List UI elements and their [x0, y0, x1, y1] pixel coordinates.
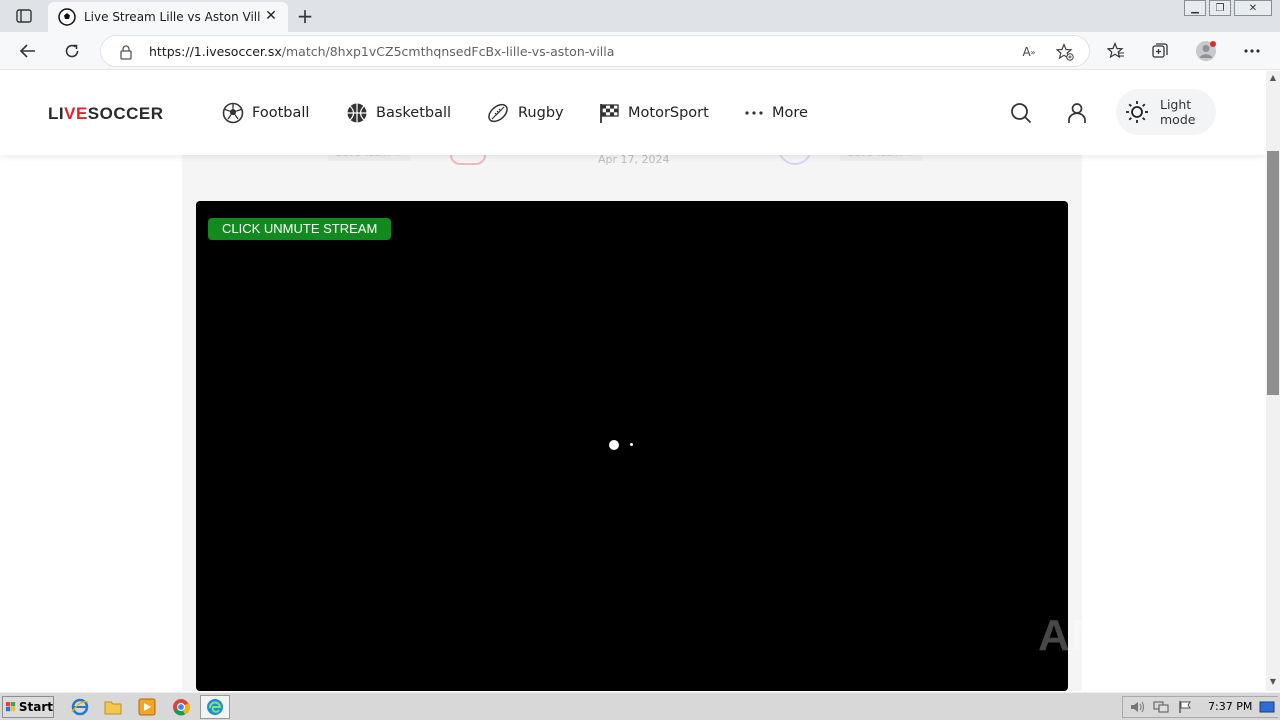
- user-account-icon[interactable]: [1065, 101, 1089, 125]
- soccer-ball-icon: [58, 8, 76, 26]
- chrome-icon[interactable]: [171, 697, 191, 717]
- nav-football[interactable]: Football: [222, 101, 309, 125]
- profile-avatar-icon[interactable]: [1194, 40, 1218, 62]
- web-page: LIVESOCCER Football Basketball Rugby Mot…: [0, 71, 1266, 691]
- settings-more-icon[interactable]: [1240, 40, 1264, 62]
- address-bar[interactable]: https://1.ivesoccer.sx/match/8hxp1vCZ5cm…: [100, 35, 1090, 67]
- browser-toolbar: https://1.ivesoccer.sx/match/8hxp1vCZ5cm…: [0, 32, 1280, 70]
- close-tab-icon[interactable]: ✕: [264, 9, 278, 23]
- new-tab-icon[interactable]: +: [294, 5, 316, 27]
- nav-motorsport[interactable]: MotorSport: [598, 101, 709, 125]
- rugby-icon: [488, 103, 508, 123]
- football-icon: [222, 102, 244, 124]
- lock-icon[interactable]: [119, 44, 133, 60]
- restore-window-icon[interactable]: ❐: [1209, 0, 1231, 16]
- sun-icon: [1126, 101, 1148, 123]
- mode-label: Light mode: [1160, 97, 1196, 127]
- basketball-icon: [347, 103, 367, 123]
- add-favorite-icon[interactable]: [1055, 42, 1075, 62]
- show-desktop-icon[interactable]: [1257, 697, 1277, 717]
- action-center-flag-icon[interactable]: [1175, 697, 1195, 717]
- collections-icon[interactable]: [1148, 40, 1172, 62]
- scrollbar-thumb[interactable]: [1267, 151, 1279, 395]
- loading-indicator-dot: [630, 443, 633, 446]
- loading-indicator: [609, 440, 619, 450]
- minimize-window-icon[interactable]: ▁: [1184, 0, 1206, 16]
- file-explorer-icon[interactable]: [103, 697, 123, 717]
- edge-icon[interactable]: [205, 697, 225, 717]
- scroll-up-arrow-icon[interactable]: ▲: [1266, 71, 1280, 85]
- video-player[interactable]: CLICK UNMUTE STREAM: [196, 201, 1068, 691]
- site-logo[interactable]: LIVESOCCER: [48, 104, 164, 124]
- network-icon[interactable]: [1151, 697, 1171, 717]
- unmute-stream-button[interactable]: CLICK UNMUTE STREAM: [208, 218, 392, 240]
- tab-title: Live Stream Lille vs Aston Villa - L: [84, 10, 260, 24]
- taskbar-clock[interactable]: 7:37 PM: [1208, 700, 1252, 713]
- nav-rugby[interactable]: Rugby: [486, 101, 564, 125]
- close-window-icon[interactable]: ✕: [1234, 0, 1272, 16]
- more-dots-icon: [745, 111, 763, 115]
- system-tray: [1122, 696, 1278, 718]
- favorites-icon[interactable]: [1104, 40, 1128, 62]
- checkered-flag-icon: [600, 104, 619, 123]
- page-scrollbar[interactable]: ▲ ▼: [1266, 71, 1280, 691]
- browser-tab-active[interactable]: Live Stream Lille vs Aston Villa - L ✕: [48, 2, 288, 32]
- anyrun-watermark: ANY RUN: [1038, 608, 1280, 664]
- internet-explorer-icon[interactable]: [70, 697, 90, 717]
- start-button[interactable]: Start: [2, 696, 54, 718]
- windows-taskbar: Start 7:37 PM: [0, 692, 1280, 720]
- read-aloud-icon[interactable]: A»: [1019, 42, 1039, 62]
- play-triangle-icon: [1139, 608, 1184, 664]
- search-icon[interactable]: [1009, 101, 1033, 125]
- nav-more[interactable]: More: [744, 101, 808, 125]
- scroll-down-arrow-icon[interactable]: ▼: [1266, 675, 1280, 689]
- browser-tab-strip: Live Stream Lille vs Aston Villa - L ✕ +…: [0, 0, 1280, 32]
- reload-icon[interactable]: [60, 40, 84, 62]
- nav-basketball[interactable]: Basketball: [346, 101, 451, 125]
- media-player-icon[interactable]: [137, 697, 157, 717]
- volume-icon[interactable]: [1127, 697, 1147, 717]
- windows-logo-icon: [6, 702, 16, 712]
- site-header: LIVESOCCER Football Basketball Rugby Mot…: [0, 71, 1266, 155]
- back-arrow-icon[interactable]: [16, 40, 40, 62]
- url-text[interactable]: https://1.ivesoccer.sx/match/8hxp1vCZ5cm…: [149, 44, 614, 59]
- tab-actions-icon[interactable]: [12, 6, 36, 26]
- light-mode-toggle[interactable]: Light mode: [1116, 89, 1216, 135]
